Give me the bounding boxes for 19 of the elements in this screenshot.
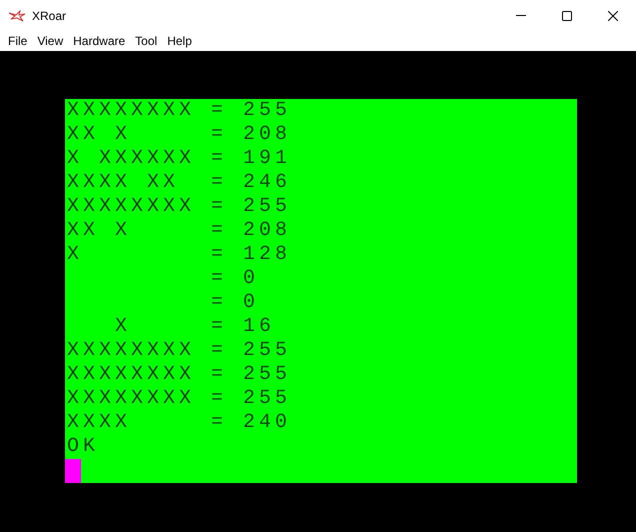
screen-text: XX X = 208 [66, 221, 292, 241]
screen-text: XXXX = 240 [66, 413, 292, 433]
maximize-icon [562, 10, 572, 20]
screen-text: X XXXXXX = 191 [66, 149, 292, 169]
screen-text: XXXXXXXX = 255 [66, 365, 292, 385]
screen-text: = 0 [210, 269, 260, 289]
screen-text: = 0 [210, 293, 260, 313]
screen-text: XXXXXXXX = 255 [66, 101, 292, 121]
minimize-icon [516, 15, 526, 16]
screen-text: XXXX XX = 246 [66, 173, 292, 193]
screen-text: XXXXXXXX = 255 [66, 341, 292, 361]
screen-text: XXXXXXXX = 255 [66, 389, 292, 409]
screen-text: XX X = 208 [66, 125, 292, 145]
window-title: XRoar [32, 8, 66, 22]
screen-text: X = 128 [66, 245, 292, 265]
close-icon [608, 10, 618, 20]
screen-text: OK [66, 437, 100, 457]
screen-text: X = 16 [114, 317, 276, 337]
screen-text: XXXXXXXX = 255 [66, 197, 292, 217]
